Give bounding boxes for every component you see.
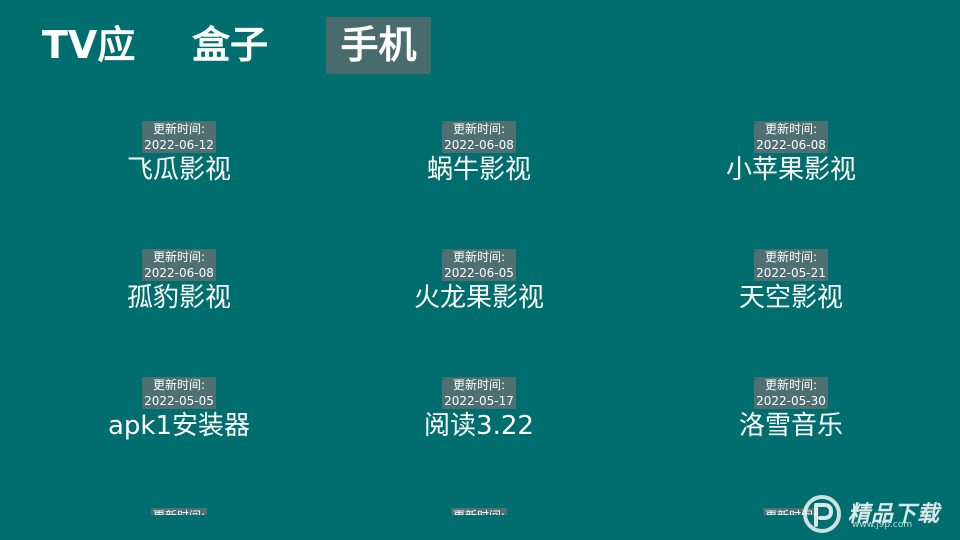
- update-badge: 更新时间: 2022-06-08: [754, 121, 828, 153]
- app-tile[interactable]: 更新时间: 2022-06-08 孤豹影视: [23, 249, 335, 359]
- update-date: 2022-06-08: [144, 266, 214, 280]
- app-tile[interactable]: 更新时间: 2022-06-12 飞瓜影视: [23, 121, 335, 231]
- app-tile[interactable]: 更新时间: 2022-06-08 小苹果影视: [635, 121, 947, 231]
- update-badge: 更新时间: 2022-06-08: [142, 249, 216, 281]
- update-label: 更新时间:: [764, 378, 818, 392]
- app-name: 火龙果影视: [413, 283, 544, 313]
- app-name: 阅读3.22: [424, 411, 534, 441]
- app-name: 天空影视: [738, 283, 843, 313]
- update-date: 2022-06-12: [144, 138, 214, 152]
- update-date: 2022-06-05: [444, 266, 514, 280]
- watermark-url: www.j9p.com: [852, 520, 913, 530]
- app-tile-partial[interactable]: 更新时间:: [23, 505, 335, 515]
- update-badge: 更新时间: 2022-06-08: [442, 121, 516, 153]
- site-watermark: 精品下载 www.j9p.com: [802, 494, 952, 534]
- update-label: 更新时间:: [152, 122, 206, 136]
- update-label: 更新时间:: [153, 508, 205, 515]
- app-tile[interactable]: 更新时间: 2022-06-08 蜗牛影视: [323, 121, 635, 231]
- update-date: 2022-05-05: [144, 394, 214, 408]
- update-label: 更新时间:: [152, 250, 206, 264]
- update-date: 2022-06-08: [444, 138, 514, 152]
- update-badge: 更新时间: 2022-05-30: [754, 377, 828, 409]
- app-tile[interactable]: 更新时间: 2022-06-05 火龙果影视: [323, 249, 635, 359]
- app-grid: 更新时间: 2022-06-12 飞瓜影视 更新时间: 2022-06-08 蜗…: [0, 0, 960, 540]
- app-tile[interactable]: 更新时间: 2022-05-17 阅读3.22: [323, 377, 635, 487]
- update-date: 2022-05-30: [756, 394, 826, 408]
- update-label: 更新时间:: [453, 508, 505, 515]
- update-date: 2022-06-08: [756, 138, 826, 152]
- update-date: 2022-05-21: [756, 266, 826, 280]
- update-badge: 更新时间: 2022-06-05: [442, 249, 516, 281]
- update-badge: 更新时间:: [450, 508, 508, 515]
- app-name: 小苹果影视: [725, 155, 856, 185]
- app-tile-partial[interactable]: 更新时间:: [323, 505, 635, 515]
- app-name: apk1安装器: [107, 411, 251, 441]
- app-name: 洛雪音乐: [738, 411, 843, 441]
- update-badge: 更新时间: 2022-06-12: [142, 121, 216, 153]
- update-label: 更新时间:: [452, 122, 506, 136]
- app-name: 飞瓜影视: [126, 155, 231, 185]
- update-label: 更新时间:: [152, 378, 206, 392]
- update-badge: 更新时间:: [150, 508, 208, 515]
- update-label: 更新时间:: [764, 250, 818, 264]
- app-tile[interactable]: 更新时间: 2022-05-30 洛雪音乐: [635, 377, 947, 487]
- watermark-logo-icon: [803, 495, 841, 533]
- update-label: 更新时间:: [452, 378, 506, 392]
- update-label: 更新时间:: [452, 250, 506, 264]
- app-tile[interactable]: 更新时间: 2022-05-05 apk1安装器: [23, 377, 335, 487]
- update-label: 更新时间:: [764, 122, 818, 136]
- app-name: 蜗牛影视: [426, 155, 531, 185]
- update-badge: 更新时间: 2022-05-21: [754, 249, 828, 281]
- update-badge: 更新时间: 2022-05-05: [142, 377, 216, 409]
- update-badge: 更新时间: 2022-05-17: [442, 377, 516, 409]
- app-name: 孤豹影视: [126, 283, 231, 313]
- update-date: 2022-05-17: [444, 394, 514, 408]
- app-tile[interactable]: 更新时间: 2022-05-21 天空影视: [635, 249, 947, 359]
